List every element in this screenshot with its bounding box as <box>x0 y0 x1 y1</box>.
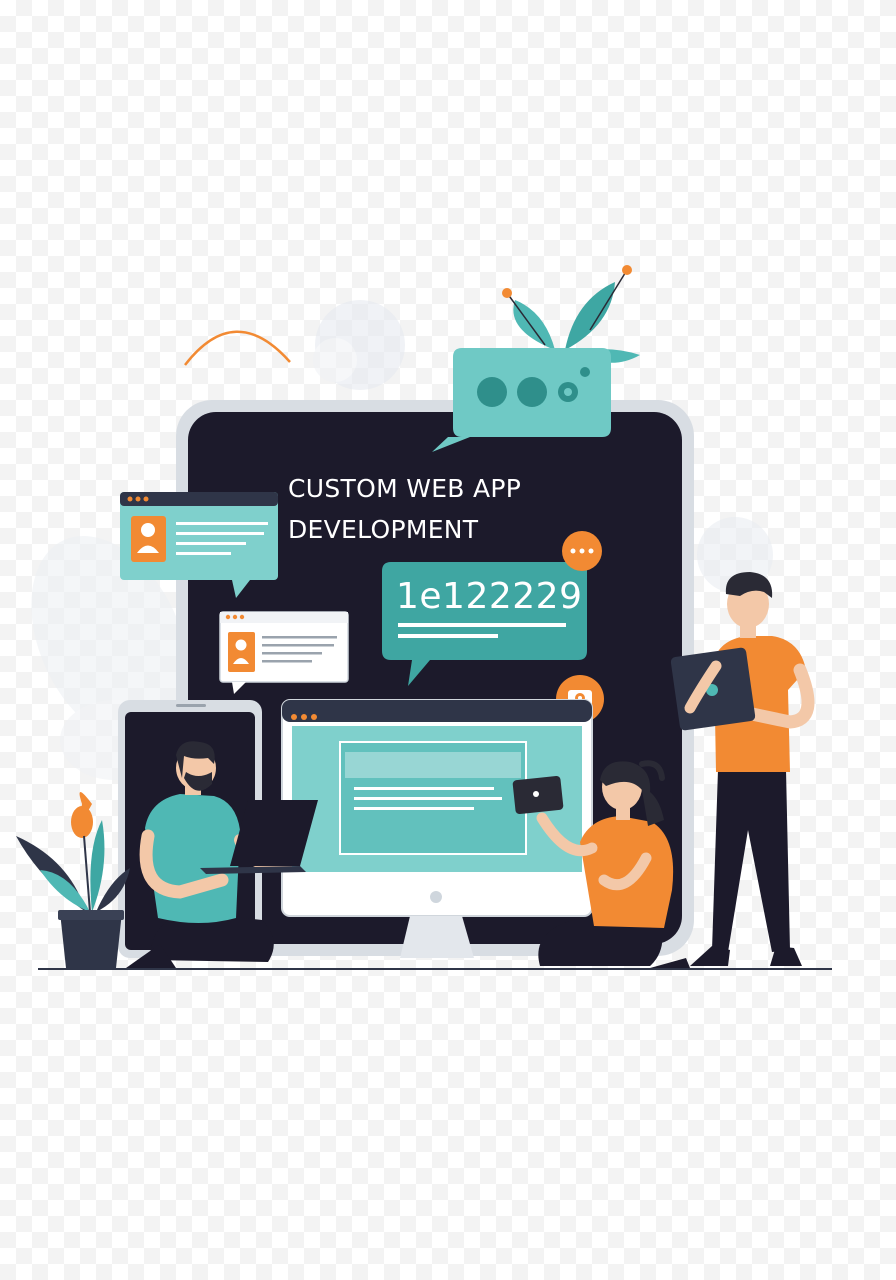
chat-bubble-icon <box>432 348 611 452</box>
illustration-canvas <box>16 265 832 970</box>
headline-line-1: CUSTOM WEB APP <box>288 474 522 503</box>
code-value: 1e122229 <box>396 576 583 617</box>
decorative-arc <box>184 330 291 366</box>
profile-card <box>219 611 349 694</box>
plant-icon <box>16 792 130 968</box>
ellipsis-icon <box>562 531 602 571</box>
headline-line-2: DEVELOPMENT <box>288 515 479 544</box>
